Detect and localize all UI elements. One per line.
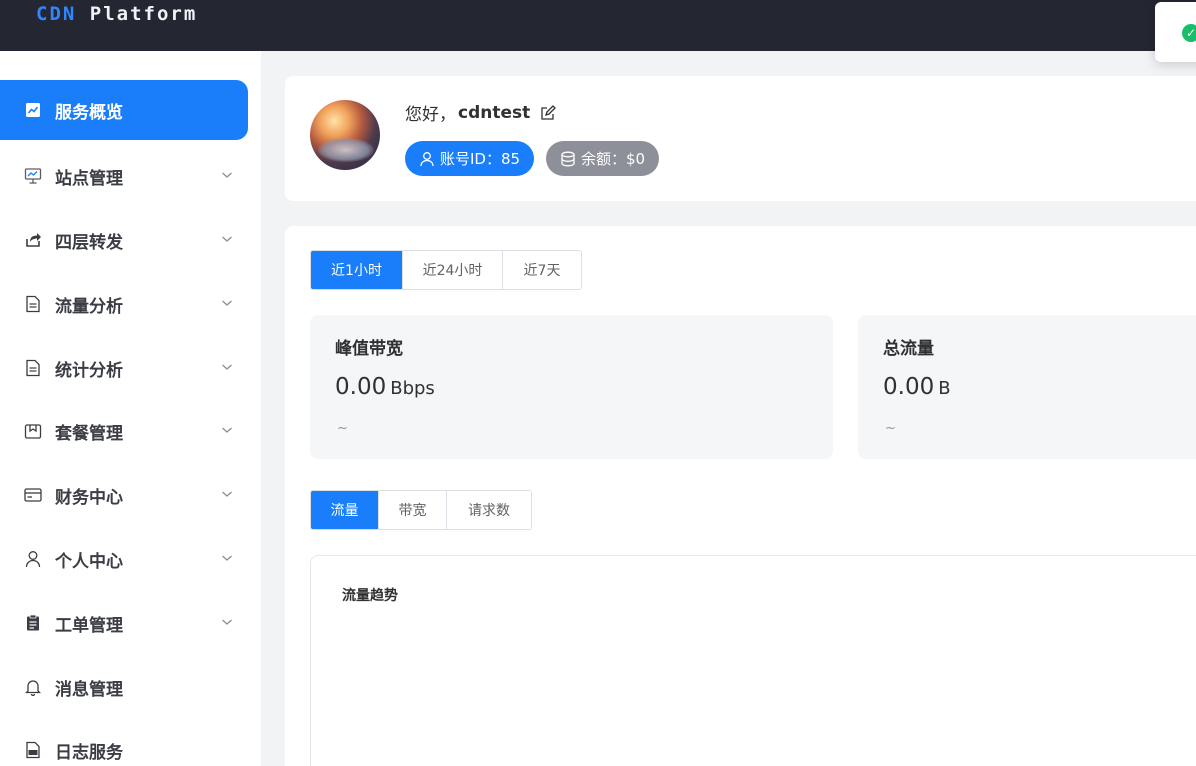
bell-icon [24,678,42,696]
sidebar-item-finance[interactable]: 财务中心 [0,465,248,525]
sidebar-item-label: 四层转发 [55,232,123,253]
sidebar-item-label: 日志服务 [55,742,123,763]
sidebar-item-label: 套餐管理 [55,423,123,444]
chevron-down-icon [222,300,232,306]
edit-icon[interactable] [540,104,557,121]
sidebar-item-packages[interactable]: 套餐管理 [0,401,248,461]
stat-number: 0.00 [335,374,387,400]
user-info-card: 您好， cdntest 账号ID：85 余额：$0 [285,76,1196,201]
sidebar-item-tickets[interactable]: 工单管理 [0,593,248,653]
chevron-down-icon [222,491,232,497]
total-traffic-card: 总流量 0.00 B ~ [858,315,1196,459]
brand-logo[interactable]: CDN Platform [36,3,197,25]
sidebar-item-label: 站点管理 [55,168,123,189]
chevron-down-icon [222,427,232,433]
peak-bandwidth-card: 峰值带宽 0.00 Bbps ~ [310,315,833,459]
chevron-down-icon [222,555,232,561]
dashboard-card: 近1小时 近24小时 近7天 峰值带宽 0.00 Bbps ~ 总流量 0.00 B… [285,226,1196,766]
check-circle-icon: ✓ [1182,24,1196,42]
chart-title: 流量趋势 [342,588,398,604]
time-range-tabs: 近1小时 近24小时 近7天 [310,250,582,290]
chart-icon [24,101,42,119]
brand-prefix: CDN [36,3,77,25]
chevron-down-icon [222,236,232,242]
sidebar-item-label: 服务概览 [55,102,123,123]
sidebar-item-label: 工单管理 [55,615,123,636]
stat-unit: B [938,378,951,399]
share-icon [24,231,42,249]
avatar[interactable] [310,100,380,170]
balance-text: 余额：$0 [581,150,646,168]
stat-number: 0.00 [883,374,935,400]
database-icon [561,151,575,166]
sidebar-item-messages[interactable]: 消息管理 [0,657,248,717]
sidebar-item-label: 流量分析 [55,296,123,317]
tab-7-days[interactable]: 近7天 [503,251,581,289]
greeting-text: 您好， [405,105,456,125]
sidebar-item-label: 财务中心 [55,487,123,508]
tab-traffic[interactable]: 流量 [311,491,379,529]
package-icon [24,422,42,440]
sidebar-item-traffic-analysis[interactable]: 流量分析 [0,274,248,334]
sidebar-item-profile[interactable]: 个人中心 [0,529,248,589]
metric-tabs: 流量 带宽 请求数 [310,490,532,530]
account-id-badge: 账号ID：85 [405,141,534,176]
sidebar-item-l4-forward[interactable]: 四层转发 [0,210,248,270]
sidebar-item-sites[interactable]: 站点管理 [0,146,248,206]
user-icon [420,151,434,166]
stat-time-range: ~ [337,421,348,436]
clipboard-icon [24,614,42,632]
tab-requests[interactable]: 请求数 [447,491,531,529]
user-icon [24,550,42,568]
chevron-down-icon [222,619,232,625]
traffic-trend-chart: 流量趋势 [310,555,1196,766]
stat-value: 0.00 Bbps [335,374,435,400]
success-toast: ✓ [1155,2,1196,62]
top-bar: CDN Platform [0,0,1196,51]
sidebar-item-logs[interactable]: 日志服务 [0,720,248,766]
stat-title: 峰值带宽 [335,339,403,359]
stat-unit: Bbps [390,378,435,399]
sidebar-item-statistics[interactable]: 统计分析 [0,338,248,398]
stat-time-range: ~ [885,421,896,436]
tab-bandwidth[interactable]: 带宽 [379,491,447,529]
greeting: 您好， cdntest [405,100,557,125]
tab-24-hours[interactable]: 近24小时 [403,251,503,289]
sidebar-item-label: 消息管理 [55,679,123,700]
stat-value: 0.00 B [883,374,951,400]
tab-1-hour[interactable]: 近1小时 [311,251,403,289]
monitor-icon [24,167,42,185]
sidebar-item-overview[interactable]: 服务概览 [0,80,248,140]
account-id-text: 账号ID：85 [440,150,521,168]
brand-suffix: Platform [89,3,198,25]
sidebar-item-label: 统计分析 [55,360,123,381]
chevron-down-icon [222,172,232,178]
balance-badge: 余额：$0 [546,141,659,176]
chevron-down-icon [222,364,232,370]
sidebar-item-label: 个人中心 [55,551,123,572]
username: cdntest [458,102,531,123]
document-icon [24,359,42,377]
card-icon [24,486,42,504]
log-icon [24,741,42,759]
document-icon [24,295,42,313]
sidebar: 服务概览 站点管理 四层转发 流量分析 统计分析 套餐管理 财务中心 个人中心 … [0,51,261,766]
stat-title: 总流量 [883,339,934,359]
